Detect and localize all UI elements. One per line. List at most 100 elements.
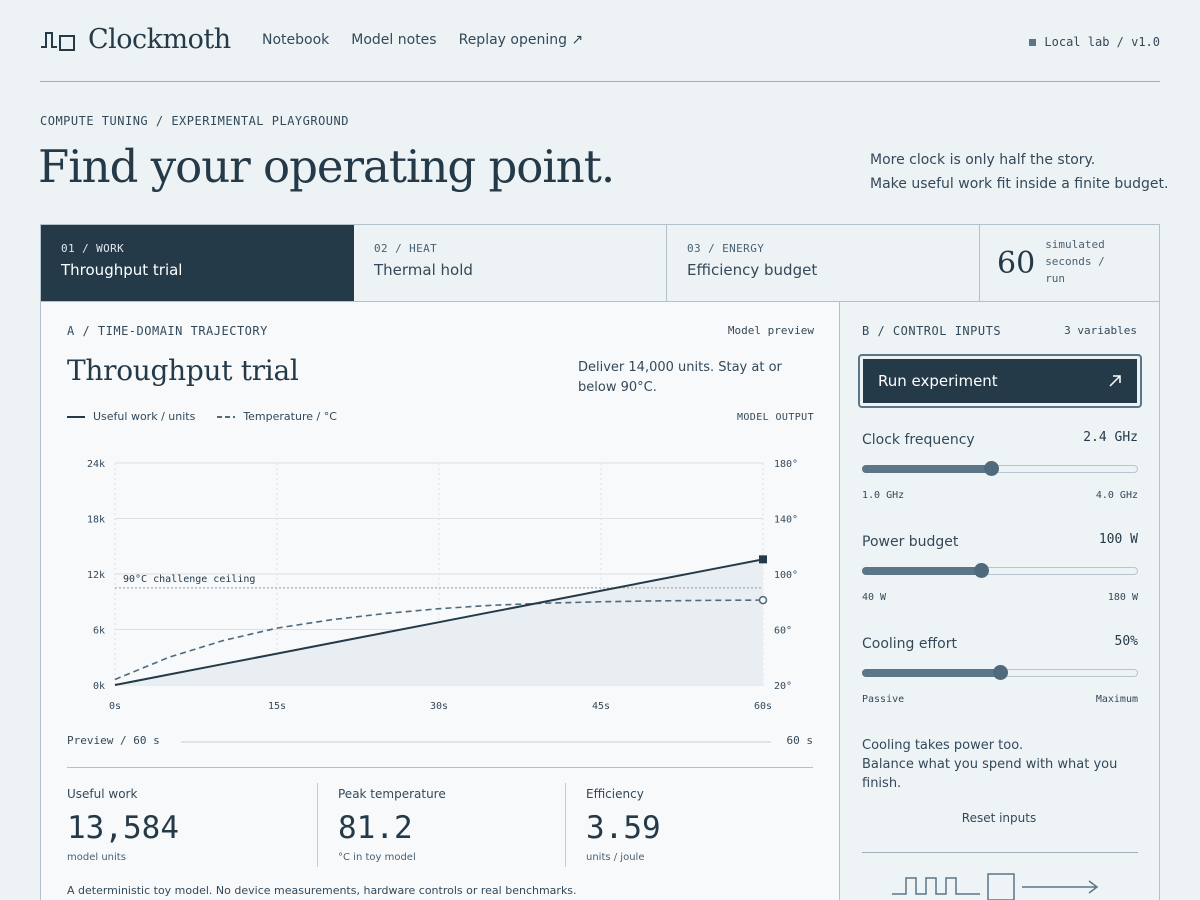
y-left-tick-label: 0k — [93, 681, 105, 692]
reset-inputs-button[interactable]: Reset inputs — [840, 811, 1158, 825]
slider-thumb[interactable] — [993, 665, 1008, 680]
scenario-tabs: 01 / WORK Throughput trial 02 / HEAT The… — [41, 225, 1159, 302]
trial-goal: Deliver 14,000 units. Stay at or below 9… — [578, 360, 782, 395]
run-duration-label-line: run — [1045, 271, 1066, 285]
control-value: 100 W — [1098, 532, 1138, 547]
nav-item-model-notes[interactable]: Model notes — [351, 32, 436, 48]
y-right-tick-label: 140° — [774, 515, 798, 526]
dashed-line-icon — [217, 415, 236, 418]
preview-track[interactable] — [181, 741, 771, 743]
nav-item-replay-opening[interactable]: Replay opening ↗ — [459, 32, 584, 48]
control-clock-frequency: Clock frequency 2.4 GHz 1.0 GHz 4.0 GHz — [862, 430, 1138, 512]
y-right-tick-label: 180° — [774, 459, 798, 470]
y-right-tick-label: 60° — [774, 626, 792, 637]
hero-eyebrow: COMPUTE TUNING / EXPERIMENTAL PLAYGROUND — [40, 114, 349, 128]
environment-badge: Local lab / v1.0 — [1029, 35, 1160, 49]
x-tick-label: 15s — [268, 701, 286, 712]
y-left-tick-label: 12k — [87, 570, 105, 581]
x-tick-label: 30s — [430, 701, 448, 712]
metric-value: 13,584 — [67, 810, 179, 846]
control-value: 50% — [1114, 634, 1138, 649]
run-experiment-button[interactable]: Run experiment — [858, 354, 1142, 408]
preview-scrubber: Preview / 60 s 60 s — [67, 734, 813, 750]
nav-item-notebook[interactable]: Notebook — [262, 32, 329, 48]
metric-useful-work: Useful work 13,584 model units — [67, 783, 317, 867]
cooling-effort-slider[interactable] — [862, 665, 1138, 680]
brand-logo[interactable]: Clockmoth — [40, 24, 231, 55]
run-duration-label-line: seconds / — [1045, 254, 1105, 268]
y-left-tick-label: 24k — [87, 459, 105, 470]
model-output-label: MODEL OUTPUT — [736, 412, 814, 423]
trajectory-chart: 0k 6k 12k 18k 24k 20° 60° 100° 140° 180° 0s 15s 30s 4… — [87, 459, 798, 712]
run-duration: 60 simulated seconds / run — [980, 225, 1159, 301]
balance-note-line: Balance what you spend with what you fin… — [862, 757, 1118, 791]
control-power-budget: Power budget 100 W 40 W 180 W — [862, 532, 1138, 614]
run-experiment-button-face[interactable]: Run experiment — [863, 359, 1137, 403]
ceiling-threshold-label: 90°C challenge ceiling — [123, 574, 255, 585]
control-value: 2.4 GHz — [1083, 430, 1138, 445]
legend-item-work: Useful work / units — [67, 410, 195, 423]
metric-value: 3.59 — [586, 810, 661, 846]
preview-label: Preview / 60 s — [67, 734, 160, 747]
control-label: Power budget — [862, 534, 959, 550]
hero-subtitle: More clock is only half the story. Make … — [870, 148, 1168, 196]
control-min-label: 1.0 GHz — [862, 490, 905, 501]
run-duration-label-line: simulated — [1045, 237, 1105, 251]
tab-thermal-hold[interactable]: 02 / HEAT Thermal hold — [354, 225, 667, 301]
arrow-up-right-icon — [1109, 375, 1121, 387]
control-label: Cooling effort — [862, 636, 957, 652]
hero-subtitle-line: More clock is only half the story. — [870, 152, 1096, 168]
divider — [862, 852, 1138, 853]
control-cooling-effort: Cooling effort 50% Passive Maximum — [862, 634, 1138, 716]
control-min-label: 40 W — [862, 592, 887, 603]
run-experiment-label: Run experiment — [878, 372, 998, 390]
run-duration-label: simulated seconds / run — [1045, 236, 1105, 287]
metric-label: Peak temperature — [338, 787, 446, 801]
control-max-label: 180 W — [1107, 592, 1138, 603]
tab-number: 01 / WORK — [61, 242, 125, 255]
experiment-frame: 01 / WORK Throughput trial 02 / HEAT The… — [40, 224, 1160, 900]
control-label: Clock frequency — [862, 432, 975, 448]
environment-label: Local lab / v1.0 — [1044, 35, 1160, 49]
y-right-tick-label: 100° — [774, 570, 798, 581]
y-left-tick-label: 6k — [93, 626, 105, 637]
x-tick-label: 45s — [592, 701, 610, 712]
top-nav: Notebook Model notes Replay opening ↗ — [262, 32, 583, 48]
y-right-tick-label: 20° — [774, 681, 792, 692]
hero-subtitle-line: Make useful work fit inside a finite bud… — [870, 176, 1169, 192]
status-square-icon — [1029, 38, 1037, 46]
control-max-label: Maximum — [1095, 694, 1138, 705]
power-budget-slider[interactable] — [862, 563, 1138, 578]
balance-note: Cooling takes power too. Balance what yo… — [862, 736, 1159, 793]
result-metrics: Useful work 13,584 model units Peak temp… — [67, 767, 813, 887]
metric-peak-temperature: Peak temperature 81.2 °C in toy model — [317, 783, 565, 867]
slider-thumb[interactable] — [973, 563, 989, 578]
solid-line-icon — [67, 415, 85, 418]
slider-fill — [862, 669, 999, 677]
slider-thumb[interactable] — [983, 461, 999, 476]
variable-count: 3 variables — [1064, 324, 1137, 337]
balance-note-line: Cooling takes power too. — [862, 738, 1024, 753]
tab-number: 02 / HEAT — [374, 242, 438, 255]
app-header: Clockmoth Notebook Model notes Replay op… — [40, 22, 1160, 82]
metric-unit: units / joule — [586, 852, 645, 863]
legend-item-temperature: Temperature / °C — [217, 410, 337, 423]
brand-name: Clockmoth — [88, 24, 231, 55]
clock-frequency-slider[interactable] — [862, 461, 1138, 476]
tab-efficiency-budget[interactable]: 03 / ENERGY Efficiency budget — [667, 225, 980, 301]
chart-title: Throughput trial — [67, 354, 299, 387]
y-left-tick-label: 18k — [87, 515, 105, 526]
trajectory-panel: A / TIME-DOMAIN TRAJECTORY Model preview… — [41, 302, 839, 900]
metric-value: 81.2 — [338, 810, 413, 846]
control-max-label: 4.0 GHz — [1095, 490, 1138, 501]
model-disclaimer: A deterministic toy model. No device mea… — [67, 884, 577, 897]
metric-label: Efficiency — [586, 787, 644, 801]
metric-unit: °C in toy model — [338, 852, 416, 863]
tab-label: Thermal hold — [374, 261, 473, 279]
controls-panel: B / CONTROL INPUTS 3 variables Run exper… — [839, 302, 1159, 900]
tab-number: 03 / ENERGY — [687, 242, 765, 255]
x-tick-label: 0s — [109, 701, 121, 712]
tab-throughput-trial[interactable]: 01 / WORK Throughput trial — [41, 225, 354, 301]
legend-label: Temperature / °C — [243, 410, 337, 423]
preview-duration: 60 s — [786, 734, 814, 747]
